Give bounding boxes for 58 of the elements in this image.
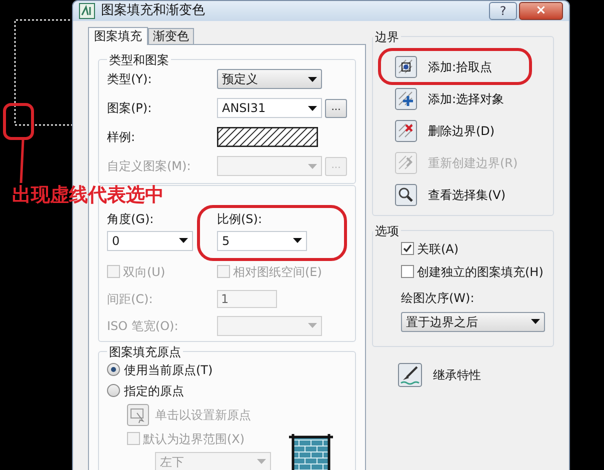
- field-label: 使用当前原点(T): [124, 362, 213, 378]
- dropdown[interactable]: 置于边界之后: [401, 312, 545, 332]
- radio-button[interactable]: [107, 384, 120, 397]
- checkbox[interactable]: [401, 265, 414, 278]
- caret-icon: [308, 164, 317, 168]
- boundary-action-button[interactable]: 添加:拾取点: [395, 56, 492, 78]
- search-icon: [395, 184, 417, 206]
- field-label: 比例(S):: [217, 210, 264, 228]
- tab[interactable]: 图案填充: [88, 26, 148, 44]
- field-label: 自定义图案(M):: [107, 158, 192, 175]
- field-label: 关联(A): [417, 240, 459, 258]
- recreate-icon: [395, 152, 417, 174]
- field-label: 图案(P):: [107, 100, 153, 117]
- field-label: 间距(C):: [107, 290, 154, 308]
- field-label: 样例:: [107, 129, 136, 146]
- caret-icon: [308, 76, 317, 82]
- leader-line: [17, 139, 27, 185]
- boundary-action-button[interactable]: 添加:选择对象: [395, 88, 504, 110]
- cursor-icon: [127, 404, 149, 426]
- radio-button[interactable]: [107, 363, 120, 376]
- inherit-button[interactable]: 继承特性: [398, 362, 481, 386]
- caret-icon: [179, 238, 188, 243]
- dropdown[interactable]: ANSI31: [217, 98, 322, 118]
- caret-icon: [531, 319, 540, 324]
- checkbox[interactable]: [401, 242, 414, 255]
- brick-wall-icon: [287, 434, 335, 470]
- help-button[interactable]: ?: [489, 2, 517, 20]
- select-objects-icon: [395, 88, 417, 110]
- field-label: 双向(U): [123, 264, 166, 280]
- dropdown[interactable]: 0: [107, 230, 193, 250]
- window-title: 图案填充和渐变色: [101, 2, 205, 20]
- field-label: 默认为边界范围(X): [143, 430, 245, 448]
- group-title: 类型和图案: [108, 52, 170, 68]
- field-label: 相对图纸空间(E): [233, 264, 322, 280]
- tab[interactable]: 渐变色: [148, 28, 194, 44]
- brush-icon: [398, 362, 422, 386]
- browse-button[interactable]: ...: [325, 98, 347, 118]
- caret-icon: [308, 106, 317, 110]
- group-title: 选项: [374, 222, 400, 240]
- dropdown[interactable]: 预定义: [217, 69, 322, 89]
- hatch-preview[interactable]: [217, 127, 318, 147]
- pick-point-icon: [395, 56, 417, 78]
- boundary-action-button[interactable]: 删除边界(D): [395, 120, 495, 142]
- field-label: 类型(Y):: [107, 71, 153, 88]
- caret-icon: [308, 323, 317, 328]
- app-icon: [79, 2, 95, 19]
- boundary-action-button[interactable]: 查看选择集(V): [395, 184, 506, 206]
- group-title: 图案填充原点: [108, 344, 182, 360]
- remove-icon: [395, 120, 417, 142]
- field-label: ISO 笔宽(O):: [107, 318, 180, 334]
- field-label: 角度(G):: [107, 210, 155, 228]
- group-title: 边界: [374, 28, 400, 46]
- dropdown[interactable]: 5: [217, 230, 307, 250]
- caret-icon: [257, 459, 266, 464]
- caret-icon: [293, 238, 302, 243]
- field-label: 绘图次序(W):: [401, 290, 476, 306]
- field-label: 指定的原点: [124, 382, 184, 400]
- field-label: 创建独立的图案填充(H): [417, 264, 544, 280]
